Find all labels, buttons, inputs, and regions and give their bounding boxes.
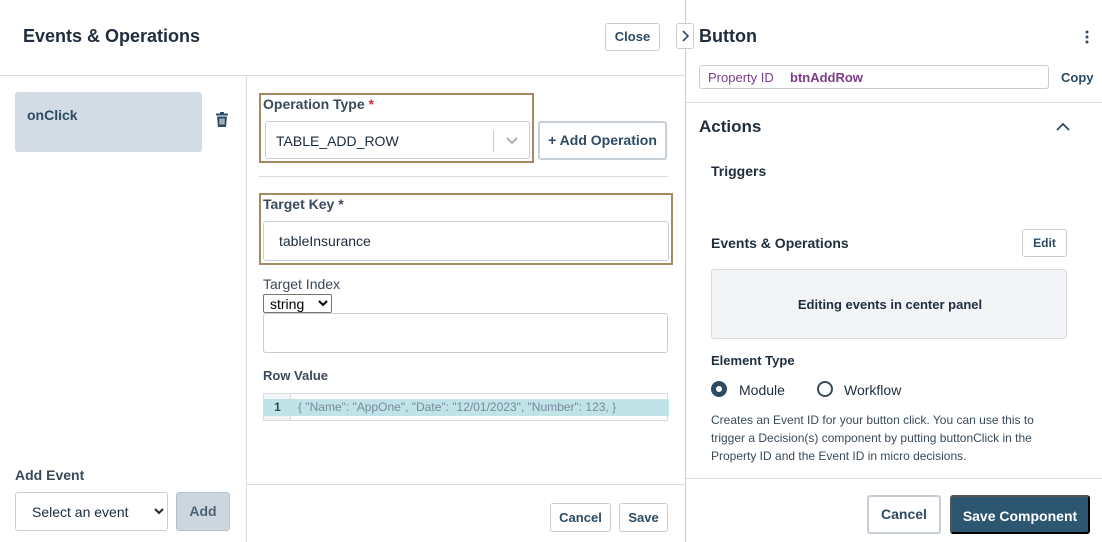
radio-module[interactable] [711,381,727,397]
target-key-input[interactable] [263,221,669,261]
row-value-code: { "Name": "AppOne", "Date": "12/01/2023"… [298,400,617,414]
radio-workflow[interactable] [817,381,833,397]
operation-type-label: Operation Type * [263,96,374,112]
element-type-label: Element Type [711,353,795,368]
code-line: 1 { "Name": "AppOne", "Date": "12/01/202… [264,399,669,416]
add-operation-button[interactable]: + Add Operation [538,121,667,160]
editing-info-box: Editing events in center panel [711,269,1067,339]
property-id-value: btnAddRow [790,70,863,85]
event-item-label: onClick [27,107,78,123]
target-index-type-select[interactable]: string [263,294,332,313]
panel-footer: Cancel Save Component [686,478,1102,542]
save-operation-button[interactable]: Save [619,503,668,532]
add-event-label: Add Event [15,467,85,483]
events-column: onClick Add Event Select an event Add [0,76,247,542]
events-operations-label: Events & Operations [711,235,849,251]
row-value-editor[interactable]: 1 { "Name": "AppOne", "Date": "12/01/202… [263,393,669,421]
actions-section-title: Actions [699,117,762,136]
cancel-operation-button[interactable]: Cancel [550,503,611,532]
radio-module-label: Module [739,382,785,398]
operation-type-value: TABLE_ADD_ROW [276,133,399,149]
line-number: 1 [274,400,281,414]
collapse-panel-button[interactable] [676,23,694,49]
radio-workflow-label: Workflow [844,382,902,398]
divider [259,176,668,177]
event-select[interactable]: Select an event [15,492,168,531]
cancel-button[interactable]: Cancel [867,495,941,534]
property-id-field[interactable]: Property ID btnAddRow [699,65,1049,89]
select-separator [493,130,494,152]
required-marker: * [368,96,374,112]
element-type-help-text: Creates an Event ID for your button clic… [711,413,1034,463]
target-key-group: Target Key * [259,193,673,265]
event-item-onclick[interactable]: onClick [15,92,202,152]
target-key-label: Target Key * [263,196,344,212]
operation-type-label-text: Operation Type [263,96,365,112]
modal-title: Events & Operations [23,26,201,46]
triggers-label: Triggers [711,163,767,179]
chevron-down-icon[interactable] [504,134,520,148]
property-id-label: Property ID [708,70,774,85]
row-value-label: Row Value [263,368,329,383]
kebab-menu-icon[interactable] [1084,29,1090,45]
trash-icon[interactable] [216,112,228,127]
operation-type-select[interactable]: TABLE_ADD_ROW [265,121,530,159]
panel-title: Button [699,26,757,46]
operations-footer: Cancel Save [247,484,685,542]
modal-header: Events & Operations Close [0,0,685,76]
target-index-input[interactable] [263,313,668,353]
copy-button[interactable]: Copy [1061,70,1094,85]
add-event-button[interactable]: Add [176,492,230,531]
chevron-up-icon[interactable] [1055,120,1071,132]
chevron-right-icon [682,30,690,42]
events-operations-modal: Events & Operations Close onClick Add Ev… [0,0,685,542]
save-component-button[interactable]: Save Component [950,495,1090,534]
editing-info-text: Editing events in center panel [797,297,983,312]
panel-scroll-area[interactable]: Actions Triggers Events & Operations Edi… [686,103,1102,478]
target-index-label: Target Index [263,276,341,292]
close-button[interactable]: Close [605,23,660,51]
property-panel: Button Property ID btnAddRow Copy Action… [676,0,1102,542]
edit-events-button[interactable]: Edit [1022,229,1067,257]
operation-type-group: Operation Type * TABLE_ADD_ROW [259,93,534,163]
operations-column: Operation Type * TABLE_ADD_ROW + Add Ope… [247,76,685,542]
